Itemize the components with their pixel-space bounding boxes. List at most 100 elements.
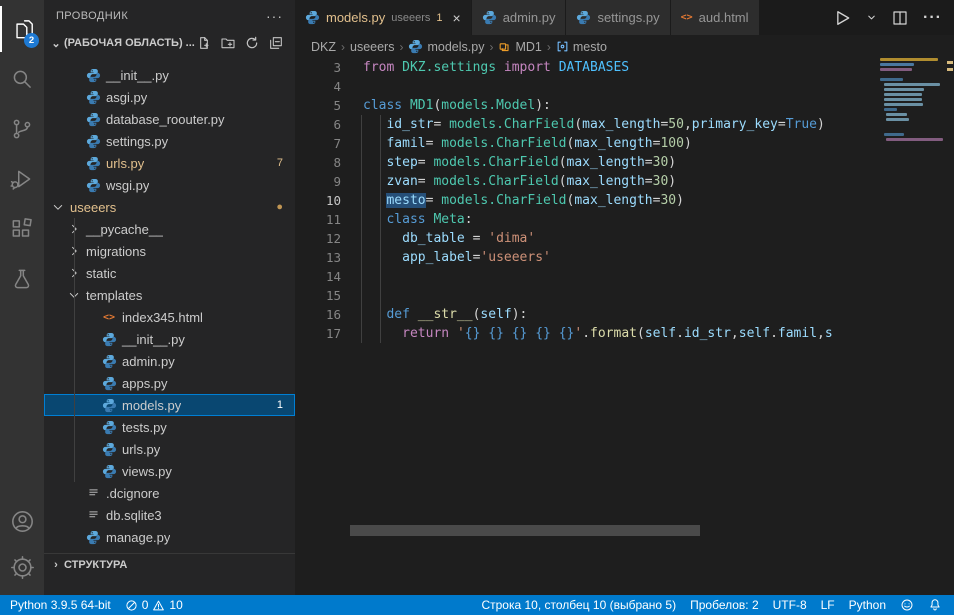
- tree-item-indexelement[interactable]: indexElement: [44, 54, 295, 64]
- tree-item-settings-py[interactable]: settings.py: [44, 130, 295, 152]
- run-button-icon[interactable]: [832, 8, 852, 28]
- breadcrumb-separator: ›: [489, 40, 493, 54]
- tree-item-migrations[interactable]: migrations: [44, 240, 295, 262]
- breadcrumb-item-md1[interactable]: MD1: [498, 40, 541, 54]
- line-number: 13: [295, 248, 341, 267]
- collapse-all-icon[interactable]: [267, 34, 285, 52]
- tree-item--init-py[interactable]: __init__.py: [44, 64, 295, 86]
- breadcrumb-label: DKZ: [311, 40, 336, 54]
- tree-item-label: database_roouter.py: [102, 112, 225, 127]
- tree-item-label: static: [82, 266, 116, 281]
- status-python-interpreter[interactable]: Python 3.9.5 64-bit: [10, 598, 111, 612]
- refresh-icon[interactable]: [243, 34, 261, 52]
- status-indentation[interactable]: Пробелов: 2: [690, 598, 759, 612]
- activity-run-debug-icon[interactable]: [0, 156, 44, 202]
- activity-search-icon[interactable]: [0, 56, 44, 102]
- tree-item-wsgi-py[interactable]: wsgi.py: [44, 174, 295, 196]
- activity-settings-gear-icon[interactable]: [0, 544, 44, 590]
- tree-item-manage-py[interactable]: manage.py: [44, 526, 295, 548]
- explorer-actions: [195, 34, 291, 52]
- indent-guide: [74, 438, 75, 460]
- tree-item-templates[interactable]: templates: [44, 284, 295, 306]
- tree-item--pycache-[interactable]: __pycache__: [44, 218, 295, 240]
- status-cursor-position[interactable]: Строка 10, столбец 10 (выбрано 5): [481, 598, 676, 612]
- tree-item-asgi-py[interactable]: asgi.py: [44, 86, 295, 108]
- status-problems[interactable]: 010: [125, 598, 183, 612]
- tree-item-urls-py[interactable]: urls.py: [44, 438, 295, 460]
- status-feedback-icon[interactable]: [900, 598, 914, 612]
- new-file-icon[interactable]: [195, 34, 213, 52]
- breadcrumb-label: mesto: [573, 40, 607, 54]
- tree-item-tests-py[interactable]: tests.py: [44, 416, 295, 438]
- overview-ruler[interactable]: [944, 35, 954, 595]
- tab-admin-py[interactable]: admin.py: [472, 0, 567, 35]
- breadcrumb-item-mesto[interactable]: mesto: [556, 40, 607, 54]
- outline-section[interactable]: › СТРУКТУРА: [44, 553, 295, 575]
- indent-guide: [380, 229, 381, 248]
- activity-testing-icon[interactable]: [0, 256, 44, 302]
- tab-models-py[interactable]: models.pyuseeers1×: [295, 0, 472, 35]
- minimap-line: [880, 128, 944, 131]
- tree-item-apps-py[interactable]: apps.py: [44, 372, 295, 394]
- tab-label: models.py: [326, 10, 385, 25]
- status-notifications-bell-icon[interactable]: [928, 598, 942, 612]
- activity-account-icon[interactable]: [0, 498, 44, 544]
- indent-guide: [380, 191, 381, 210]
- tree-item-useeers[interactable]: useeers●: [44, 196, 295, 218]
- breadcrumb-item-models-py[interactable]: models.py: [408, 39, 484, 54]
- tree-item-db-sqlite3[interactable]: db.sqlite3: [44, 504, 295, 526]
- line-number: 15: [295, 286, 341, 305]
- tree-item-static[interactable]: static: [44, 262, 295, 284]
- run-dropdown-icon[interactable]: [866, 12, 877, 23]
- code-line-16: 16 def __str__(self):: [295, 305, 880, 324]
- activity-extensions-icon[interactable]: [0, 206, 44, 252]
- horizontal-scrollbar[interactable]: [350, 525, 700, 536]
- tree-item-label: __pycache__: [82, 222, 163, 237]
- code-line-text: id_str= models.CharField(max_length=50,p…: [363, 115, 825, 134]
- indent-guide: [380, 153, 381, 172]
- code-line-10: 10 mesto= models.CharField(max_length=30…: [295, 191, 880, 210]
- tree-item-admin-py[interactable]: admin.py: [44, 350, 295, 372]
- tree-item-label: .dcignore: [102, 486, 159, 501]
- tree-item--init-py[interactable]: __init__.py: [44, 328, 295, 350]
- tree-item-models-py[interactable]: models.py1: [44, 394, 295, 416]
- activity-source-control-icon[interactable]: [0, 106, 44, 152]
- explorer-sidebar: ПРОВОДНИК ··· ⌄ (РАБОЧАЯ ОБЛАСТЬ) ... in…: [44, 0, 295, 595]
- indent-guide: [361, 134, 362, 153]
- tree-item-urls-py[interactable]: urls.py7: [44, 152, 295, 174]
- breadcrumb-item-dkz[interactable]: DKZ: [311, 40, 336, 54]
- workspace-section-label[interactable]: (РАБОЧАЯ ОБЛАСТЬ) ...: [64, 37, 195, 49]
- tree-item-views-py[interactable]: views.py: [44, 460, 295, 482]
- status-bar: Python 3.9.5 64-bit 010 Строка 10, столбе…: [0, 595, 954, 615]
- chevron-down-icon[interactable]: ⌄: [48, 37, 64, 50]
- new-folder-icon[interactable]: [219, 34, 237, 52]
- code-editor[interactable]: 3from DKZ.settings import DATABASES45cla…: [295, 58, 880, 578]
- search-icon: [9, 66, 35, 92]
- tree-item-badge: ●: [276, 201, 295, 213]
- status-encoding[interactable]: UTF-8: [773, 598, 807, 612]
- python-icon: [100, 354, 118, 369]
- tree-item-label: manage.py: [102, 530, 170, 545]
- minimap-line: [880, 63, 914, 66]
- minimap[interactable]: [880, 58, 944, 178]
- tree-item--dcignore[interactable]: .dcignore: [44, 482, 295, 504]
- code-line-3: 3from DKZ.settings import DATABASES: [295, 58, 880, 77]
- tree-item-label: templates: [82, 288, 142, 303]
- tree-item-database-roouter-py[interactable]: database_roouter.py: [44, 108, 295, 130]
- code-line-text: from DKZ.settings import DATABASES: [363, 58, 629, 77]
- breadcrumb-item-useeers[interactable]: useeers: [350, 40, 394, 54]
- more-actions-icon[interactable]: ···: [923, 9, 942, 27]
- tab-settings-py[interactable]: settings.py: [566, 0, 670, 35]
- status-eol[interactable]: LF: [821, 598, 835, 612]
- split-editor-icon[interactable]: [891, 9, 909, 27]
- tab-aud-html[interactable]: <>aud.html: [671, 0, 760, 35]
- python-icon: [84, 178, 102, 193]
- tree-item-index345-html[interactable]: <>index345.html: [44, 306, 295, 328]
- status-language-mode[interactable]: Python: [849, 598, 886, 612]
- close-icon[interactable]: ×: [453, 10, 461, 26]
- activity-explorer-icon[interactable]: 2: [0, 6, 44, 52]
- tree-item-label: views.py: [118, 464, 172, 479]
- indent-guide: [74, 306, 75, 328]
- sidebar-more-actions-icon[interactable]: ···: [266, 8, 283, 24]
- tree-item-label: migrations: [82, 244, 146, 259]
